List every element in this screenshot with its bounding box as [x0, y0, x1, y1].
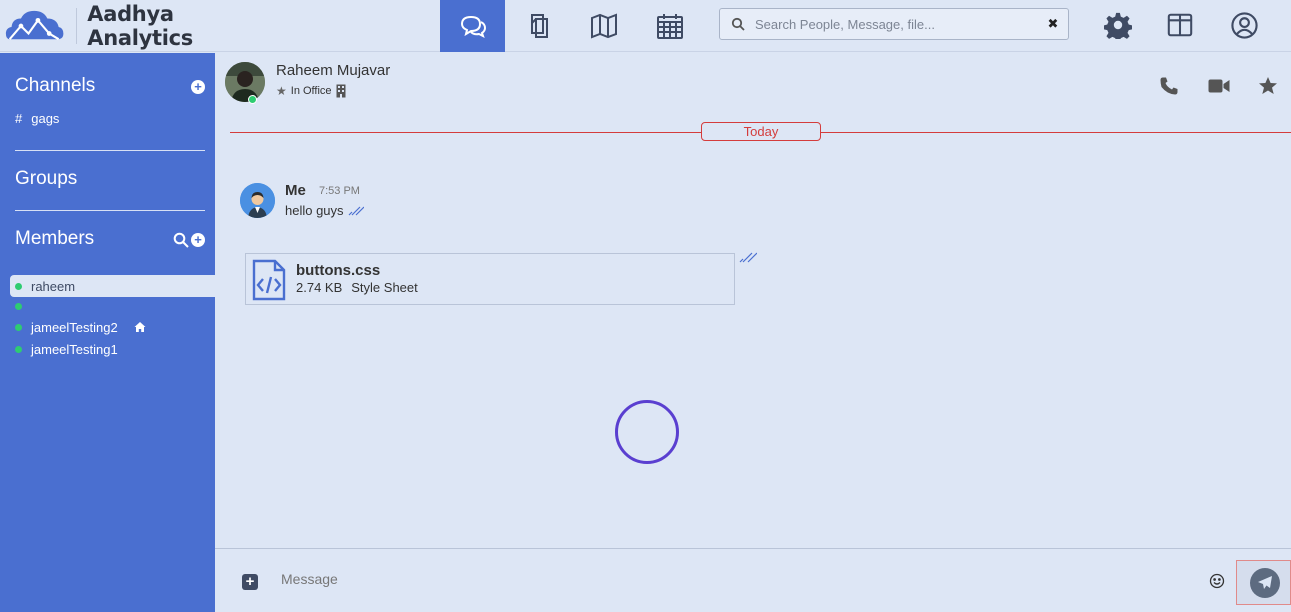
member-name: raheem: [31, 278, 76, 294]
clear-search-icon[interactable]: ✖: [1042, 16, 1064, 32]
tab-calendar[interactable]: [637, 0, 702, 52]
contact-photo: [225, 62, 265, 102]
member-name: jameelTesting1: [31, 341, 118, 357]
tab-files[interactable]: [505, 0, 570, 52]
channels-title: Channels: [15, 75, 96, 96]
channel-name: gags: [31, 111, 60, 126]
sidebar-divider: [15, 210, 205, 211]
documents-icon: [530, 14, 548, 38]
brand[interactable]: Aadhya Analytics: [0, 0, 275, 52]
loading-spinner: [615, 400, 679, 464]
star-icon: ★: [276, 84, 287, 98]
double-check-icon: [348, 206, 364, 215]
channel-hash: #: [15, 111, 23, 126]
sidebar-divider: [15, 150, 205, 151]
map-icon: [590, 13, 617, 39]
user-avatar-illustration: [240, 183, 275, 218]
sender-avatar[interactable]: [240, 183, 275, 218]
sidebar: Channels + # gags Groups Members + raheem…: [0, 53, 215, 612]
mountain-cloud-logo-icon: [5, 10, 64, 41]
member-item-jameeltesting1[interactable]: jameelTesting1: [10, 338, 215, 360]
double-check-icon: [739, 252, 757, 263]
star-icon: [1259, 77, 1277, 94]
send-button[interactable]: [1250, 568, 1280, 598]
message-sender: Me: [285, 182, 306, 199]
message-text: hello guys: [285, 203, 344, 218]
message-composer: +: [215, 548, 1291, 612]
global-search[interactable]: ✖: [719, 8, 1069, 40]
file-attachment[interactable]: buttons.css 2.74 KB Style Sheet: [245, 253, 735, 305]
attach-button[interactable]: +: [242, 574, 258, 590]
contact-name: Raheem Mujavar: [276, 62, 391, 79]
paper-plane-icon: [1258, 576, 1272, 589]
chat-bubbles-icon: [460, 15, 486, 38]
code-file-icon: [252, 259, 286, 301]
message-input[interactable]: [281, 567, 1181, 591]
video-camera-icon: [1208, 79, 1230, 93]
calendar-icon: [656, 14, 683, 39]
add-channel-icon[interactable]: +: [191, 80, 205, 94]
online-status-dot: [15, 345, 22, 353]
message-time: 7:53 PM: [319, 185, 360, 197]
voice-call-button[interactable]: [1158, 75, 1180, 97]
member-item-unnamed[interactable]: [10, 295, 215, 317]
tab-map[interactable]: [571, 0, 636, 52]
phone-icon: [1160, 77, 1178, 95]
online-status-dot: [15, 302, 22, 310]
search-input[interactable]: [755, 16, 1042, 32]
groups-title[interactable]: Groups: [15, 168, 77, 190]
emoji-icon[interactable]: [1209, 573, 1225, 589]
online-status-dot: [15, 323, 22, 331]
profile-button[interactable]: [1229, 10, 1259, 40]
gear-icon: [1104, 12, 1132, 39]
status-text: In Office: [290, 85, 332, 97]
member-name: jameelTesting2: [31, 319, 118, 335]
file-size: 2.74 KB: [296, 280, 343, 295]
contact-status: ★ In Office: [276, 84, 346, 98]
message-body: hello guys: [285, 203, 364, 218]
members-title: Members: [15, 228, 95, 249]
favorite-button[interactable]: [1257, 75, 1279, 97]
split-panel-icon: [1167, 13, 1193, 37]
file-type: Style Sheet: [351, 280, 418, 295]
channel-item-gags[interactable]: # gags: [15, 111, 59, 126]
app-name: Aadhya Analytics: [87, 2, 193, 50]
online-status-dot: [248, 95, 257, 104]
file-name: buttons.css: [296, 262, 381, 279]
send-button-container: [1236, 560, 1291, 605]
brand-divider: [76, 8, 78, 44]
home-icon: [134, 322, 146, 332]
tab-chat[interactable]: [440, 0, 505, 52]
file-meta: 2.74 KB Style Sheet: [296, 280, 418, 295]
layout-toggle-button[interactable]: [1165, 10, 1195, 40]
chat-header: Raheem Mujavar ★ In Office: [215, 53, 1291, 115]
member-item-jameeltesting2[interactable]: jameelTesting2: [10, 316, 215, 338]
user-circle-icon: [1230, 11, 1258, 39]
search-members-icon[interactable]: [173, 232, 189, 248]
online-status-dot: [15, 282, 22, 290]
day-divider-label: Today: [701, 122, 821, 141]
settings-button[interactable]: [1103, 10, 1133, 40]
member-item-raheem[interactable]: raheem: [10, 275, 215, 297]
add-member-icon[interactable]: +: [191, 233, 205, 247]
top-bar: Aadhya Analytics ✖: [0, 0, 1291, 52]
building-icon: [336, 84, 346, 98]
search-icon: [731, 17, 745, 31]
video-call-button[interactable]: [1208, 75, 1230, 97]
contact-avatar[interactable]: [225, 62, 265, 102]
